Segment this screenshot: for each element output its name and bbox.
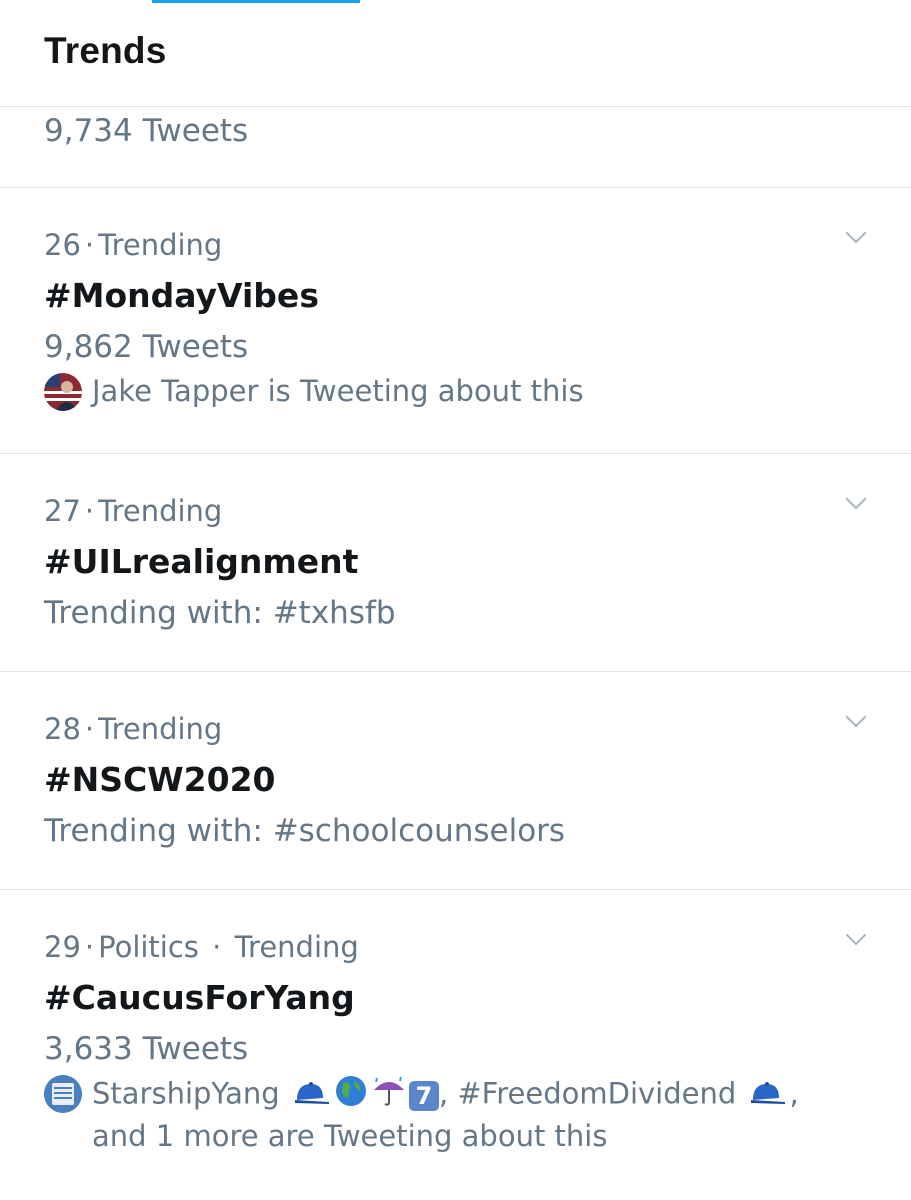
trending-with: Trending with: #schoolcounselors xyxy=(44,813,566,849)
chevron-down-icon[interactable] xyxy=(845,226,867,248)
avatar xyxy=(44,373,82,411)
trend-meta: 28 · Trending xyxy=(44,712,223,746)
trend-category: Politics xyxy=(98,930,199,964)
context-text: Jake Tapper is Tweeting about this xyxy=(92,374,584,408)
trend-rank: 26 xyxy=(44,228,81,262)
trend-item[interactable]: 29 · Politics · Trending #CaucusForYang 3,… xyxy=(0,890,911,1196)
blue-cap-emoji xyxy=(747,1077,787,1115)
active-tab-indicator xyxy=(152,0,360,3)
trend-context: Jake Tapper is Tweeting about this xyxy=(44,372,821,411)
context-user[interactable]: StarshipYang xyxy=(92,1077,280,1111)
trends-header: Trends xyxy=(0,0,911,107)
trend-item[interactable]: 28 · Trending #NSCW2020 Trending with: #sc… xyxy=(0,672,911,890)
context-hashtag[interactable]: , #FreedomDividend xyxy=(439,1077,736,1111)
chevron-down-icon[interactable] xyxy=(845,710,867,732)
trend-hashtag[interactable]: #NSCW2020 xyxy=(44,760,821,800)
trend-hashtag[interactable]: #MondayVibes xyxy=(44,276,821,316)
context-rest: and 1 more are Tweeting about this xyxy=(92,1119,608,1153)
trend-hashtag[interactable]: #UILrealignment xyxy=(44,542,821,582)
tweet-count: 3,633 Tweets xyxy=(44,1031,249,1067)
trend-meta: 27 · Trending xyxy=(44,494,223,528)
trend-meta: 26 · Trending xyxy=(44,228,223,262)
tweet-count: 9,734 Tweets xyxy=(44,113,249,149)
trend-rank: 28 xyxy=(44,712,81,746)
trending-with: Trending with: #txhsfb xyxy=(44,595,396,631)
avatar xyxy=(44,1075,82,1113)
trend-item-partial[interactable]: 9,734 Tweets xyxy=(0,107,911,188)
umbrella-rain-emoji xyxy=(371,1074,407,1117)
trend-meta: 29 · Politics · Trending xyxy=(44,930,359,964)
globe-emoji xyxy=(335,1075,367,1116)
page-title: Trends xyxy=(44,30,167,71)
keycap-7-emoji: 7 xyxy=(408,1080,439,1111)
blue-cap-emoji xyxy=(291,1077,331,1115)
chevron-down-icon[interactable] xyxy=(845,492,867,514)
trend-item[interactable]: 26 · Trending #MondayVibes 9,862 Tweets Ja… xyxy=(0,188,911,454)
trend-rank: 27 xyxy=(44,494,81,528)
trend-status: Trending xyxy=(98,712,223,746)
trend-item[interactable]: 27 · Trending #UILrealignment Trending wit… xyxy=(0,454,911,672)
trend-hashtag[interactable]: #CaucusForYang xyxy=(44,978,821,1018)
trend-status: Trending xyxy=(98,228,223,262)
chevron-down-icon[interactable] xyxy=(845,928,867,950)
context-text-block: StarshipYang 7, #FreedomDividend , and 1… xyxy=(92,1074,799,1155)
trend-context: StarshipYang 7, #FreedomDividend , and 1… xyxy=(44,1074,821,1155)
trend-status: Trending xyxy=(98,494,223,528)
trend-rank: 29 xyxy=(44,930,81,964)
tweet-count: 9,862 Tweets xyxy=(44,329,249,365)
trend-status: Trending xyxy=(234,930,359,964)
